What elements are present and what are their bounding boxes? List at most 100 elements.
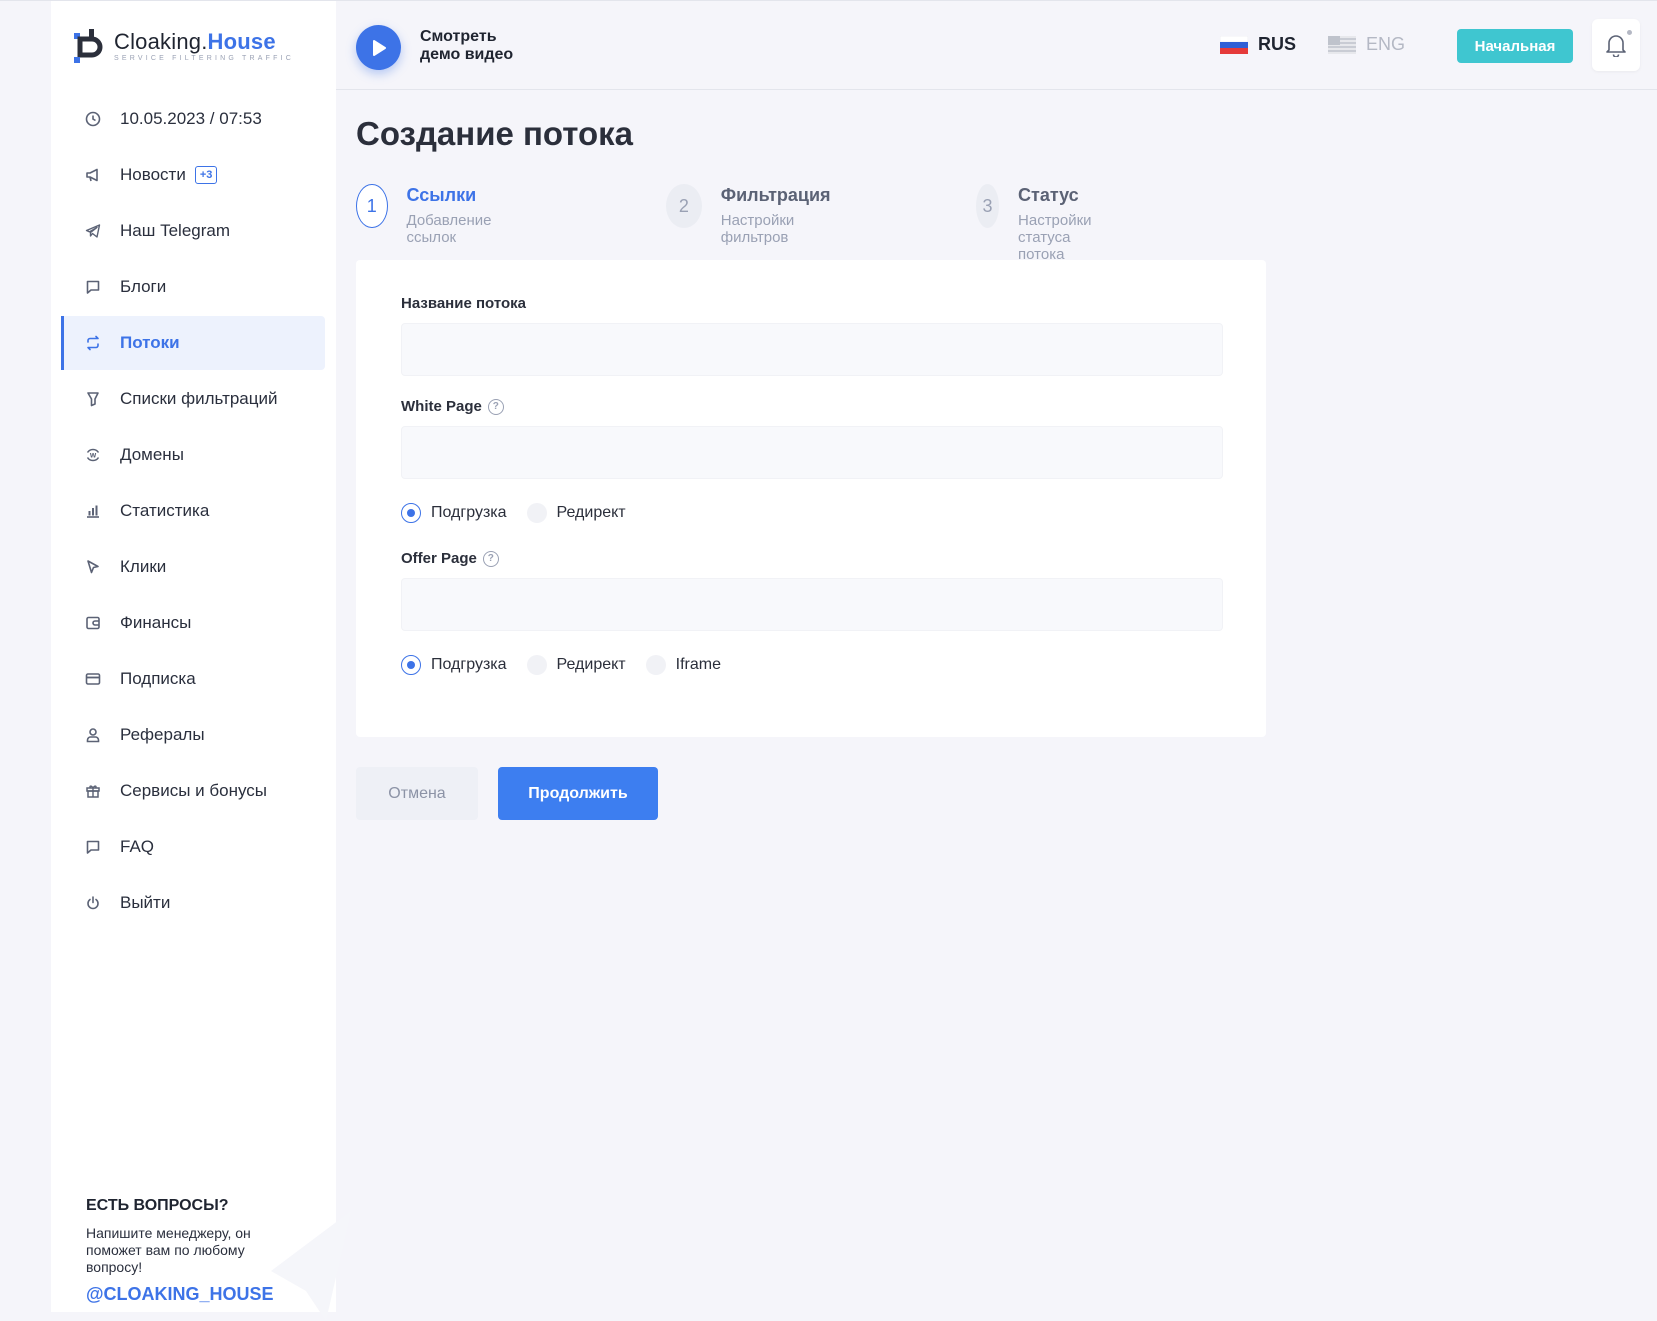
sidebar-item-label: Клики [120, 557, 167, 576]
sync-icon [83, 333, 103, 353]
radio-dot [526, 655, 547, 675]
step-subtitle: Настройки фильтров [720, 212, 795, 246]
step-filtering[interactable]: 2 Фильтрация Настройки фильтров [666, 184, 839, 246]
page-title: Создание потока [356, 115, 634, 152]
sidebar-item-datetime: 10.05.2023 / 07:53 [51, 91, 336, 147]
svg-text:W: W [90, 453, 97, 460]
sidebar-item-label: 10.05.2023 / 07:53 [120, 109, 262, 128]
domain-icon: W [83, 445, 103, 465]
radio-dot [645, 655, 666, 675]
sidebar-item-referrals[interactable]: Рефералы [51, 707, 336, 763]
step-title: Ссылки [406, 185, 477, 205]
step-subtitle: Добавление ссылок [406, 212, 492, 246]
step-title: Фильтрация [720, 185, 831, 205]
logo[interactable]: Cloaking.House SERVICE FILTERING TRAFFIC [74, 27, 294, 65]
step-subtitle: Настройки статуса потока [1018, 212, 1092, 263]
radio-dot [401, 503, 421, 523]
stream-name-label: Название потока [401, 295, 526, 312]
sidebar-item-label: Домены [120, 445, 184, 464]
demo-video-label-line1: Смотреть [420, 28, 497, 45]
offer-page-input[interactable] [401, 578, 1223, 631]
bar-chart-icon [83, 501, 103, 521]
clock-icon [83, 109, 103, 129]
megaphone-icon [83, 165, 103, 185]
sidebar-item-label: Новости [120, 165, 186, 184]
notifications-button[interactable] [1592, 19, 1640, 71]
sidebar-item-domains[interactable]: W Домены [51, 427, 336, 483]
chat-icon [83, 837, 103, 857]
sidebar-item-subscription[interactable]: Подписка [51, 651, 336, 707]
demo-video-label-line2: демо видео [420, 46, 514, 63]
telegram-icon [83, 221, 103, 241]
sidebar-item-logout[interactable]: Выйти [51, 875, 336, 931]
white-page-mode-group: Подгрузка Редирект [401, 503, 646, 523]
stream-name-input[interactable] [401, 323, 1223, 376]
white-mode-redirect-radio[interactable]: Редирект [526, 503, 626, 523]
play-icon [372, 39, 386, 56]
step-links[interactable]: 1 Ссылки Добавление ссылок [356, 184, 504, 246]
white-mode-load-radio[interactable]: Подгрузка [401, 503, 507, 523]
offer-mode-redirect-radio[interactable]: Редирект [526, 655, 626, 675]
step-title: Статус [1018, 185, 1079, 205]
radio-label: Подгрузка [431, 656, 507, 673]
gift-icon [83, 781, 103, 801]
white-page-input[interactable] [401, 426, 1223, 479]
lang-eng-button[interactable]: ENG [1328, 34, 1405, 55]
offer-mode-iframe-radio[interactable]: Iframe [645, 655, 721, 675]
demo-video-link[interactable]: Смотреть демо видео [420, 28, 513, 64]
step-number: 3 [976, 184, 1000, 228]
sidebar-item-streams[interactable]: Потоки [51, 315, 336, 371]
notification-dot [1625, 28, 1634, 37]
help-question-icon[interactable]: ? [482, 550, 499, 567]
logo-title: Cloaking.House [114, 29, 276, 54]
usa-flag-icon [1328, 35, 1356, 54]
sidebar-item-clicks[interactable]: Клики [51, 539, 336, 595]
stream-form-card: Название потока White Page ? Подгрузка Р… [356, 260, 1266, 737]
user-icon [83, 725, 103, 745]
help-title: ЕСТЬ ВОПРОСЫ? [86, 1197, 229, 1214]
sidebar-item-label: Подписка [120, 669, 196, 688]
step-number: 1 [356, 184, 388, 228]
radio-dot [401, 655, 421, 675]
sidebar-item-label: Потоки [120, 333, 180, 352]
sidebar-item-label: Выйти [120, 893, 171, 912]
white-page-label: White Page ? [401, 398, 504, 415]
sidebar-item-label: Рефералы [120, 725, 205, 744]
sidebar-item-label: FAQ [120, 837, 155, 856]
help-text: Напишите менеджеру, он поможет вам по лю… [86, 1225, 251, 1275]
sidebar-item-blogs[interactable]: Блоги [51, 259, 336, 315]
step-number: 2 [666, 184, 702, 228]
play-demo-button[interactable] [356, 25, 401, 70]
filter-icon [83, 389, 103, 409]
sidebar-item-statistics[interactable]: Статистика [51, 483, 336, 539]
step-status[interactable]: 3 Статус Настройки статуса потока [976, 184, 1113, 263]
continue-button[interactable]: Продолжить [498, 767, 658, 820]
cancel-button[interactable]: Отмена [356, 767, 478, 820]
lang-rus-button[interactable]: RUS [1220, 34, 1296, 55]
sidebar-item-label: Блоги [120, 277, 167, 296]
power-icon [83, 893, 103, 913]
card-icon [83, 669, 103, 689]
help-question-icon[interactable]: ? [487, 398, 504, 415]
sidebar-item-filter-lists[interactable]: Списки фильтраций [51, 371, 336, 427]
radio-label: Редирект [556, 504, 626, 521]
offer-page-label: Offer Page ? [401, 550, 499, 567]
news-count-badge: +3 [194, 166, 218, 184]
offer-mode-load-radio[interactable]: Подгрузка [401, 655, 507, 675]
chat-icon [83, 277, 103, 297]
sidebar-item-services[interactable]: Сервисы и бонусы [51, 763, 336, 819]
sidebar-item-faq[interactable]: FAQ [51, 819, 336, 875]
manager-telegram-link[interactable]: @CLOAKING_HOUSE [86, 1284, 301, 1305]
lang-eng-label: ENG [1366, 34, 1406, 54]
sidebar-item-news[interactable]: Новости +3 [51, 147, 336, 203]
logo-icon [74, 27, 106, 65]
sidebar-item-telegram[interactable]: Наш Telegram [51, 203, 336, 259]
sidebar-item-label: Финансы [120, 613, 192, 632]
sidebar-item-finance[interactable]: Финансы [51, 595, 336, 651]
radio-label: Подгрузка [431, 504, 507, 521]
sidebar-item-label: Статистика [120, 501, 210, 520]
sidebar-item-label: Списки фильтраций [120, 389, 278, 408]
logo-tagline: SERVICE FILTERING TRAFFIC [114, 55, 294, 62]
radio-label: Редирект [556, 656, 626, 673]
home-button[interactable]: Начальная [1457, 29, 1573, 63]
